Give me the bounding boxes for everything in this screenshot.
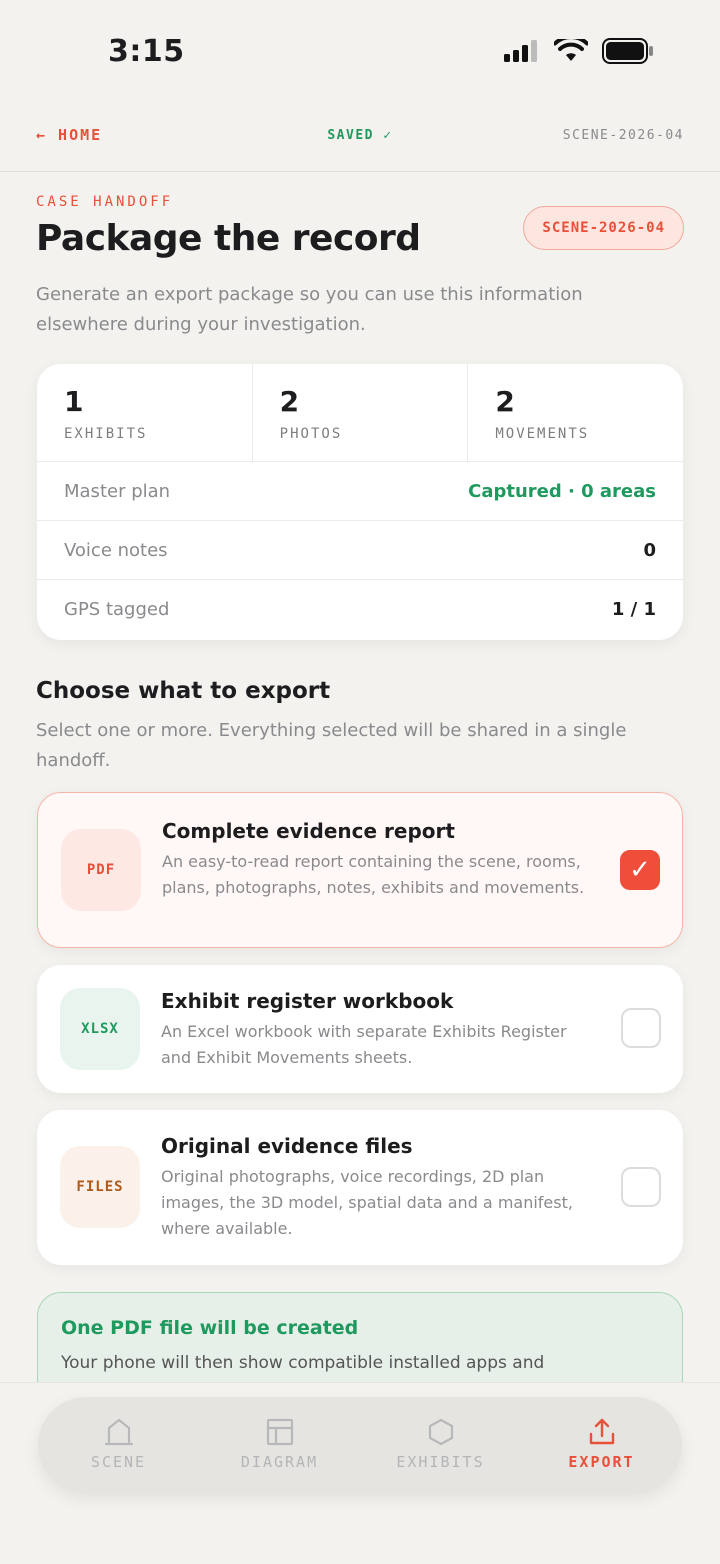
- battery-icon: [602, 38, 653, 64]
- export-option-files[interactable]: FILES Original evidence files Original p…: [37, 1110, 683, 1265]
- stat-label: EXHIBITS: [64, 426, 148, 442]
- tab-label: EXHIBITS: [396, 1453, 485, 1471]
- option-description: Original photographs, voice recordings, …: [161, 1167, 573, 1238]
- stat-row-label: Master plan: [64, 480, 171, 502]
- stat-row-label: GPS tagged: [64, 599, 170, 620]
- status-time: 3:15: [108, 34, 185, 69]
- layout-icon: [266, 1418, 293, 1446]
- summary-title: One PDF file will be created: [61, 1317, 359, 1339]
- stat-row-gps-tagged: GPS tagged 1 / 1: [37, 580, 683, 639]
- option-checkbox[interactable]: ✓: [620, 850, 660, 890]
- files-icon: FILES: [60, 1146, 140, 1228]
- stat-label: MOVEMENTS: [495, 426, 590, 442]
- stat-movements: 2 MOVEMENTS: [468, 364, 683, 461]
- stat-value: 1: [64, 385, 84, 418]
- option-checkbox[interactable]: [621, 1167, 661, 1207]
- hexagon-icon: [428, 1418, 453, 1446]
- tab-export[interactable]: EXPORT: [521, 1397, 682, 1493]
- status-bar: 3:15: [0, 0, 720, 100]
- page-title: Package the record: [36, 218, 421, 259]
- tab-label: DIAGRAM: [240, 1453, 319, 1471]
- tab-exhibits[interactable]: EXHIBITS: [360, 1397, 521, 1493]
- option-checkbox[interactable]: [621, 1008, 661, 1048]
- stats-summary: 1 EXHIBITS 2 PHOTOS 2 MOVEMENTS: [37, 364, 683, 462]
- stat-row-master-plan: Master plan Captured · 0 areas: [37, 462, 683, 521]
- scene-badge: SCENE-2026-04: [523, 206, 684, 250]
- stat-row-value: 0: [643, 539, 656, 561]
- summary-text: Your phone will then show compatible ins…: [61, 1353, 545, 1373]
- option-description: An Excel workbook with separate Exhibits…: [161, 1022, 567, 1067]
- scene-id: SCENE-2026-04: [562, 128, 684, 143]
- tab-diagram[interactable]: DIAGRAM: [199, 1397, 360, 1493]
- option-description: An easy-to-read report containing the sc…: [162, 852, 585, 897]
- stat-value: 2: [495, 385, 515, 418]
- stat-photos: 2 PHOTOS: [253, 364, 469, 461]
- house-icon: [104, 1418, 133, 1446]
- pdf-file-icon: PDF: [61, 829, 141, 911]
- export-option-pdf[interactable]: PDF Complete evidence report An easy-to-…: [37, 792, 683, 948]
- wifi-icon: [554, 39, 588, 61]
- export-section-subtitle: Select one or more. Everything selected …: [36, 720, 627, 771]
- stats-card: 1 EXHIBITS 2 PHOTOS 2 MOVEMENTS Master p…: [37, 364, 683, 640]
- option-title: Exhibit register workbook: [161, 989, 454, 1013]
- option-title: Complete evidence report: [162, 819, 455, 843]
- option-title: Original evidence files: [161, 1134, 413, 1158]
- signal-icon: [504, 40, 537, 62]
- stat-row-value: 1 / 1: [611, 599, 656, 620]
- top-nav: ← HOME SAVED ✓ SCENE-2026-04: [0, 100, 720, 172]
- stat-exhibits: 1 EXHIBITS: [37, 364, 253, 461]
- section-eyebrow: CASE HANDOFF: [36, 194, 174, 210]
- tab-label: EXPORT: [568, 1453, 635, 1471]
- page-subtitle: Generate an export package so you can us…: [36, 284, 583, 335]
- export-section-title: Choose what to export: [36, 678, 331, 704]
- stat-row-label: Voice notes: [64, 539, 168, 561]
- share-icon: [589, 1418, 614, 1445]
- stat-value: 2: [279, 385, 300, 418]
- status-icons: [504, 38, 654, 64]
- xlsx-file-icon: XLSX: [60, 988, 140, 1070]
- stat-label: PHOTOS: [279, 426, 343, 442]
- export-option-xlsx[interactable]: XLSX Exhibit register workbook An Excel …: [37, 965, 683, 1093]
- tab-scene[interactable]: SCENE: [38, 1397, 199, 1493]
- stat-row-value: Captured · 0 areas: [468, 480, 656, 502]
- bottom-tab-bar: SCENE DIAGRAM EXHIBITS EXPORT: [38, 1397, 682, 1493]
- stat-row-voice-notes: Voice notes 0: [37, 521, 683, 580]
- tab-label: SCENE: [90, 1453, 147, 1471]
